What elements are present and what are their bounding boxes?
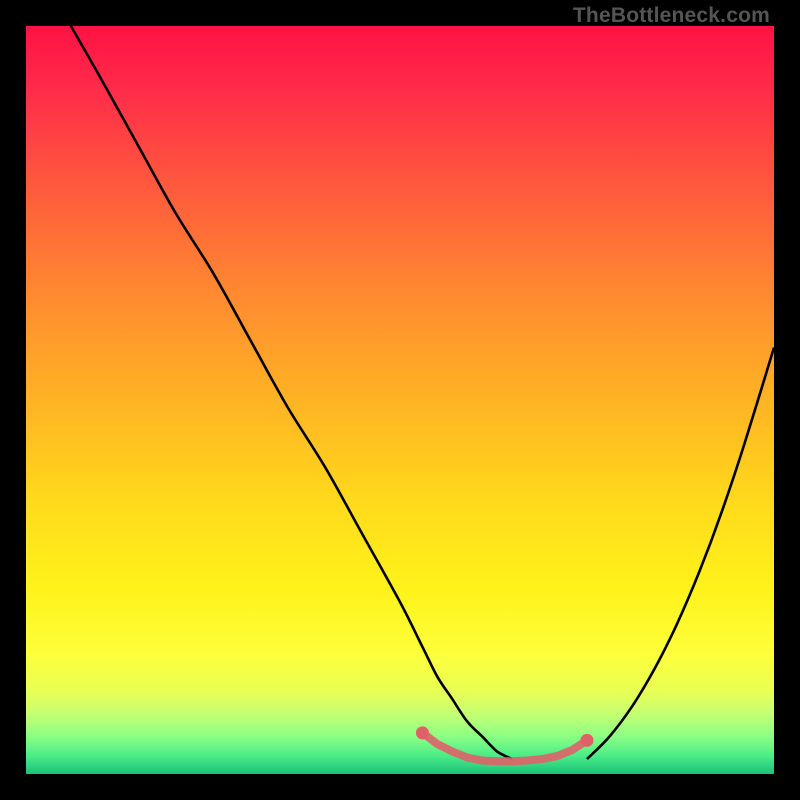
plot-area [26,26,774,774]
watermark-text: TheBottleneck.com [573,4,770,28]
curve-layer [26,26,774,774]
left-curve [71,26,512,759]
bottom-dot [416,726,429,739]
bottom-dot [581,734,594,747]
chart-container: TheBottleneck.com [0,0,800,800]
right-curve [587,348,774,759]
